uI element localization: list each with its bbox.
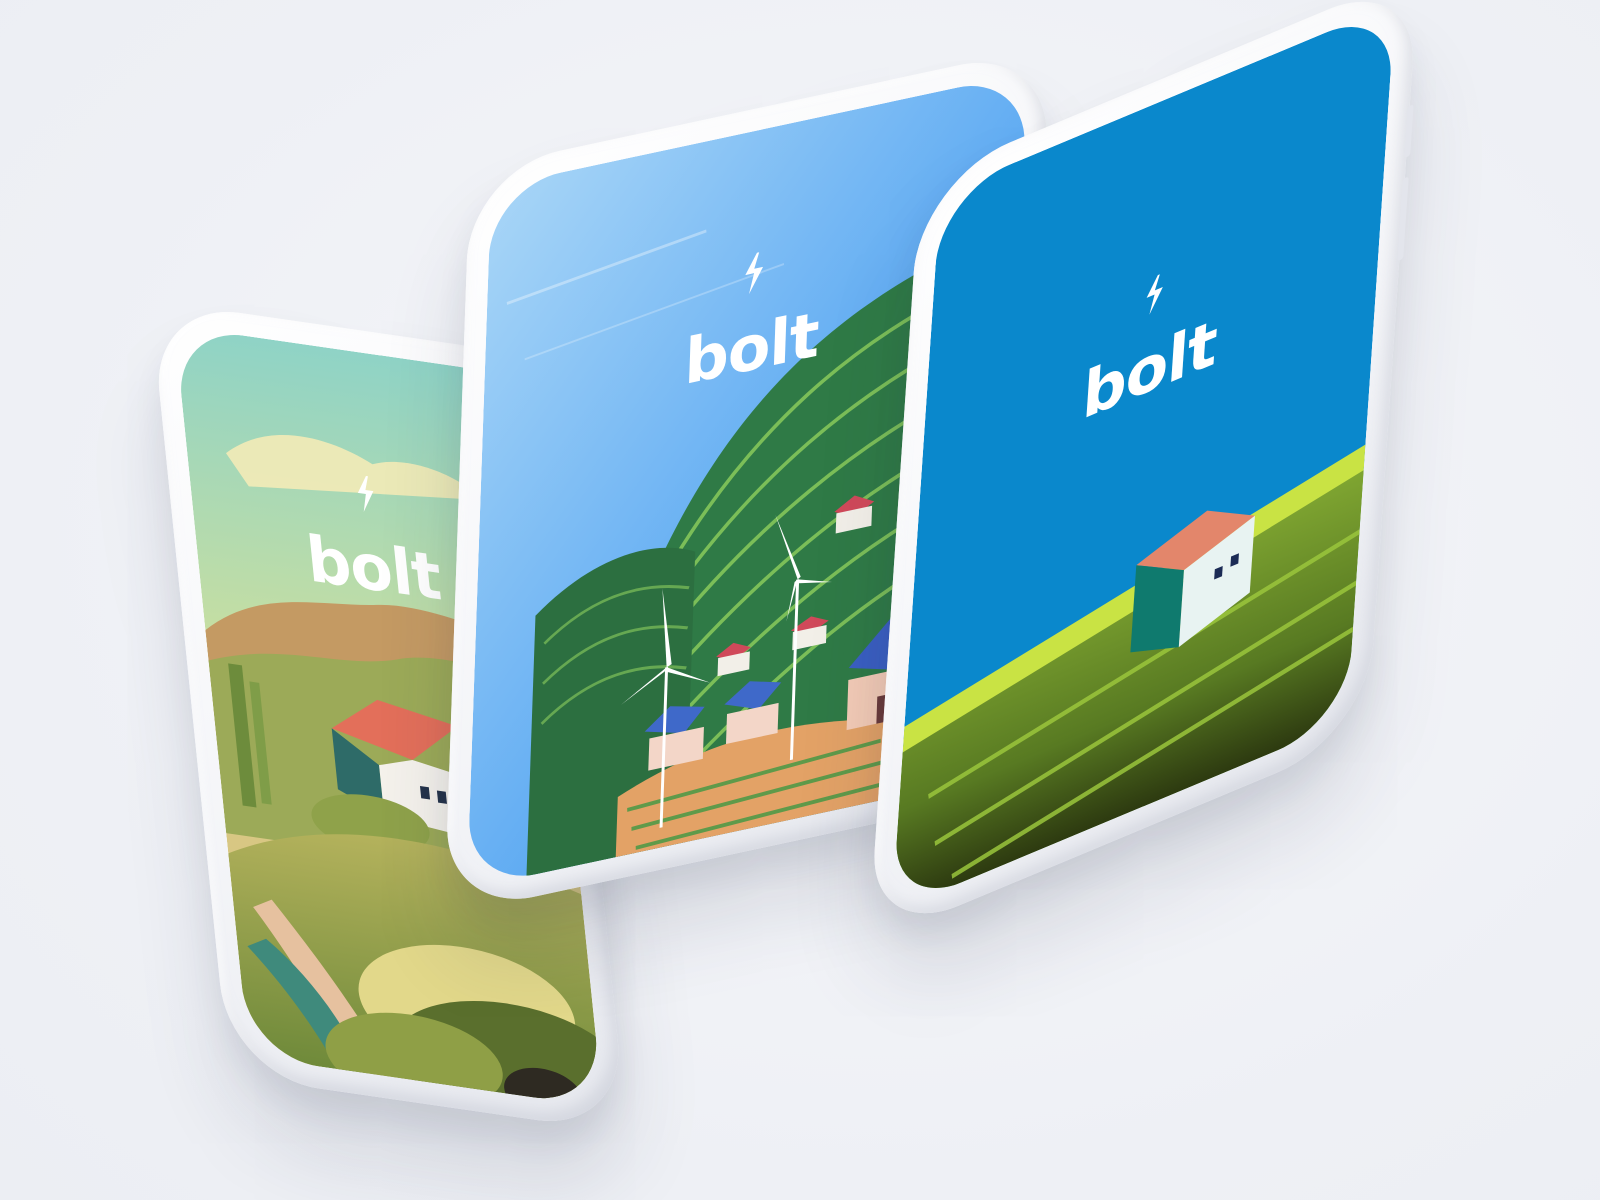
volume-button bbox=[1404, 104, 1414, 159]
lightning-bolt-icon bbox=[745, 252, 764, 295]
mockup-stage: bolt bolt bolt bbox=[0, 0, 1600, 1200]
power-button bbox=[1397, 176, 1409, 262]
lightning-bolt-icon bbox=[357, 475, 374, 512]
